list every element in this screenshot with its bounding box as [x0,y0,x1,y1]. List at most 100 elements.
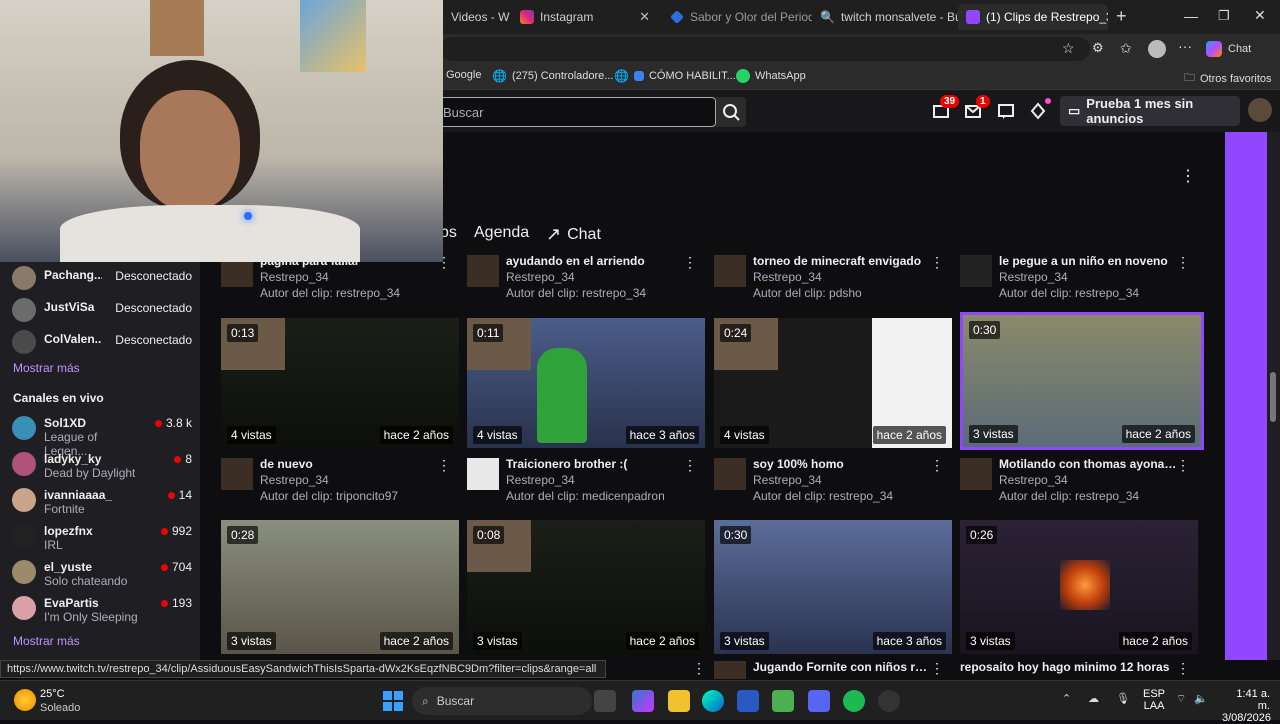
tab-search[interactable]: 🔍 twitch monsalvete - Búsq ✕ [812,4,958,30]
scrollbar[interactable] [1267,132,1280,660]
channel-avatar [714,661,746,679]
onedrive-icon[interactable]: ☁ [1088,692,1099,705]
more-options-icon[interactable]: ⋮ [692,660,706,677]
tab-videos[interactable]: Videos - W [443,4,513,30]
star-icon[interactable]: ☆ [1062,40,1075,57]
more-options-icon[interactable]: ⋮ [1176,457,1190,474]
avatar [12,452,36,476]
live-dot-icon [167,491,175,499]
clip-card-meta[interactable]: reposaito hoy hago minimo 12 horas ⋮ [960,661,1198,679]
weather-icon[interactable] [14,689,36,711]
crown-icon[interactable] [1029,102,1047,120]
discord-icon[interactable] [808,690,830,712]
live-channel[interactable]: el_yuste Solo chateando 704 [12,560,192,588]
show-more-link[interactable]: Mostrar más [13,634,80,648]
more-options-icon[interactable]: ⋮ [930,661,944,677]
live-channel[interactable]: ivanniaaaa_ Fortnite 14 [12,488,192,516]
clip-card-meta[interactable]: Motilando con thomas ayonaDJ... Restrepo… [960,457,1198,504]
sidebar-channel[interactable]: Pachang... Desconectado [12,266,192,290]
clip-thumbnail[interactable]: 0:30 3 vistas hace 3 años [714,520,952,654]
clock[interactable]: 1:41 a. m. 3/08/2026 [1222,688,1271,724]
clip-thumbnail[interactable]: 0:24 4 vistas hace 2 años [714,318,952,448]
live-channel[interactable]: EvaPartis I'm Only Sleeping 193 [12,596,192,624]
clip-card-meta[interactable]: Jugando Fornite con niños reab... ⋮ [714,661,952,679]
url-input[interactable] [440,37,1090,61]
channel-menu-dots[interactable]: ⋮ [1180,166,1196,186]
taskbar-search[interactable]: ⌕ Buscar [412,687,592,715]
tab-instagram[interactable]: Instagram ✕ [512,4,658,30]
globe-icon: 🌐 [492,69,507,83]
store-icon[interactable] [737,690,759,712]
more-options-icon[interactable]: ⋮ [1176,661,1190,677]
more-options-icon[interactable]: ⋮ [683,457,697,474]
task-view-icon[interactable] [594,690,616,712]
close-icon[interactable]: ✕ [639,9,650,25]
minecraft-icon[interactable] [772,690,794,712]
chevron-up-icon[interactable]: ⌃ [1062,692,1071,705]
weather-text: Soleado [40,702,81,714]
chat-bubble-icon[interactable] [997,102,1015,120]
sidebar-channel[interactable]: JustViSa Desconectado [12,298,192,322]
favorites-icon[interactable]: ✩ [1120,40,1132,57]
spotify-icon[interactable] [843,690,865,712]
bookmark-whatsapp[interactable]: WhatsApp [736,69,806,83]
clip-thumbnail-hovered[interactable]: 0:30 3 vistas hace 2 años [960,312,1204,450]
channel-avatar [714,255,746,287]
clip-card-meta[interactable]: le pegue a un niño en noveno Restrepo_34… [960,254,1198,301]
other-favorites[interactable]: 🗀 Otros favoritos [1184,69,1272,88]
prime-trial-button[interactable]: ▭ Prueba 1 mes sin anuncios [1060,96,1240,126]
search-input[interactable]: Buscar [434,97,716,127]
file-explorer-icon[interactable] [668,690,690,712]
tab-chat[interactable]: ↗ Chat [546,224,601,245]
tab-clips[interactable]: (1) Clips de Restrepo_34 ✕ [958,4,1108,30]
bookmark-google[interactable]: Google [446,69,481,81]
new-tab-button[interactable]: + [1116,6,1127,27]
live-channel[interactable]: lopezfnx IRL 992 [12,524,192,552]
tab-agenda[interactable]: Agenda [474,224,529,242]
search-button[interactable] [716,97,746,127]
minimize-button[interactable]: — [1184,8,1198,24]
clip-thumbnail[interactable]: 0:11 4 vistas hace 3 años [467,318,705,448]
mic-icon[interactable]: 🎙 [1116,692,1130,705]
clip-thumbnail[interactable]: 0:13 4 vistas hace 2 años [221,318,459,448]
tab-sabor[interactable]: Sabor y Olor del Periodo ✕ [662,4,812,30]
more-options-icon[interactable]: ⋮ [930,457,944,474]
wall-frame [150,0,204,56]
extensions-icon[interactable]: ⚙ [1092,40,1104,56]
channel-avatar [714,458,746,490]
copilot-chat-button[interactable]: Chat [1206,41,1251,57]
more-options-icon[interactable]: ⋮ [437,457,451,474]
user-avatar[interactable] [1248,98,1272,122]
bookmark-youtube[interactable]: 🌐 (275) Controladore... [492,69,613,83]
more-options-icon[interactable]: ⋮ [683,254,697,271]
maximize-button[interactable]: ❐ [1218,8,1230,24]
left-sidebar: Pachang... Desconectado JustViSa Descone… [0,262,200,660]
windows-start-icon[interactable] [383,691,403,711]
more-options-icon[interactable]: ⋮ [930,254,944,271]
live-channel[interactable]: ladyky_ky Dead by Daylight 8 [12,452,192,480]
clip-card-meta[interactable]: ayudando en el arriendo Restrepo_34 Auto… [467,254,705,301]
show-more-link[interactable]: Mostrar más [13,361,80,375]
profile-avatar[interactable] [1148,40,1166,58]
edge-icon[interactable] [702,690,724,712]
window-close-button[interactable]: ✕ [1254,7,1266,24]
viewer-count: 704 [160,560,192,574]
clip-card-meta[interactable]: torneo de minecraft envigado Restrepo_34… [714,254,952,301]
obs-icon[interactable] [878,690,900,712]
scrollbar-thumb[interactable] [1270,372,1276,422]
volume-icon[interactable]: 🔈 [1194,692,1208,705]
clip-card-meta[interactable]: de nuevo Restrepo_34 Autor del clip: tri… [221,457,459,504]
more-options-icon[interactable]: ⋮ [1176,254,1190,271]
copilot-app-icon[interactable] [632,690,654,712]
language-indicator[interactable]: ESP LAA [1143,688,1165,712]
clip-card-meta[interactable]: Traicionero brother :( Restrepo_34 Autor… [467,457,705,504]
sidebar-channel[interactable]: ColValen... Desconectado [12,330,192,354]
taskbar: 25°C Soleado ⌕ Buscar ⌃ ☁ 🎙 ESP LAA ⌔ 🔈 … [0,680,1280,724]
clip-thumbnail[interactable]: 0:08 3 vistas hace 2 años [467,520,705,654]
clip-card-meta[interactable]: soy 100% homo Restrepo_34 Autor del clip… [714,457,952,504]
clip-thumbnail[interactable]: 0:26 3 vistas hace 2 años [960,520,1198,654]
wifi-icon[interactable]: ⌔ [1176,692,1186,706]
clip-thumbnail[interactable]: 0:28 3 vistas hace 2 años [221,520,459,654]
bookmark-como[interactable]: 🌐 CÓMO HABILIT... [614,69,736,83]
menu-icon[interactable]: ··· [1178,38,1192,54]
